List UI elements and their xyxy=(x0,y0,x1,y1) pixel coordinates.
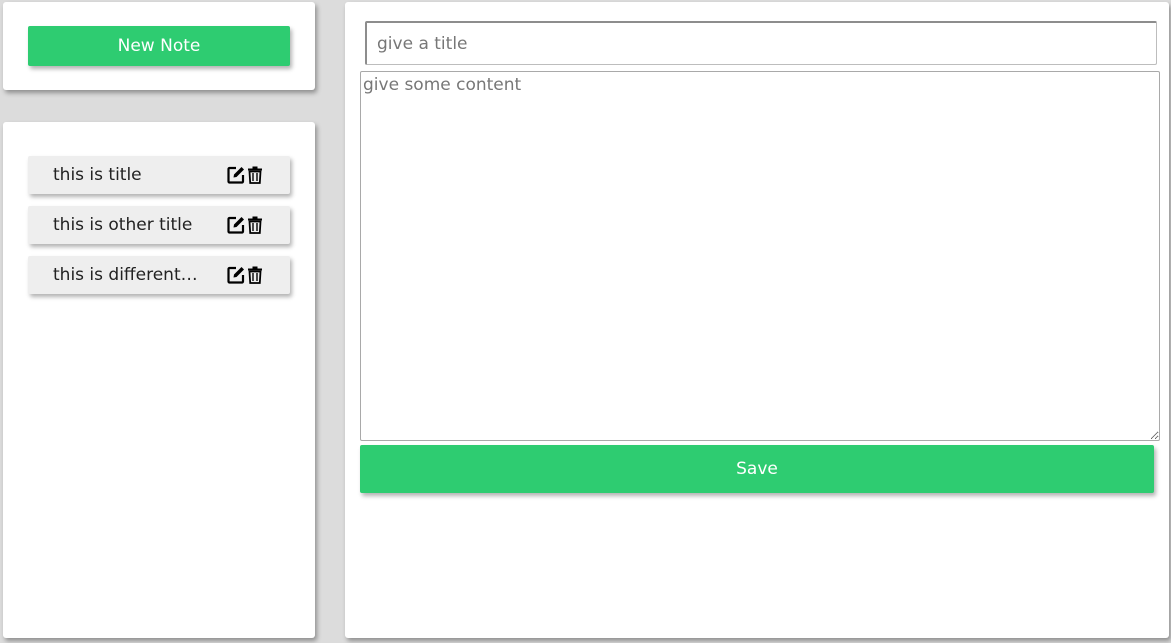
note-title-input[interactable] xyxy=(365,21,1157,65)
edit-icon[interactable] xyxy=(227,215,245,235)
notes-list-panel: this is title this is other title this i… xyxy=(3,122,315,638)
note-list-item[interactable]: this is different tit... xyxy=(28,256,290,294)
save-button[interactable]: Save xyxy=(360,445,1154,493)
note-list-item[interactable]: this is other title xyxy=(28,206,290,244)
new-note-button[interactable]: New Note xyxy=(28,26,290,66)
note-content-textarea[interactable] xyxy=(360,71,1160,441)
trash-icon[interactable] xyxy=(246,265,264,285)
new-note-panel: New Note xyxy=(3,2,315,90)
edit-icon[interactable] xyxy=(227,165,245,185)
edit-icon[interactable] xyxy=(227,265,245,285)
note-editor-panel: Save xyxy=(345,2,1169,638)
trash-icon[interactable] xyxy=(246,215,264,235)
note-title: this is different tit... xyxy=(53,265,203,285)
note-title: this is title xyxy=(53,165,142,185)
note-list-item[interactable]: this is title xyxy=(28,156,290,194)
note-title: this is other title xyxy=(53,215,193,235)
trash-icon[interactable] xyxy=(246,165,264,185)
